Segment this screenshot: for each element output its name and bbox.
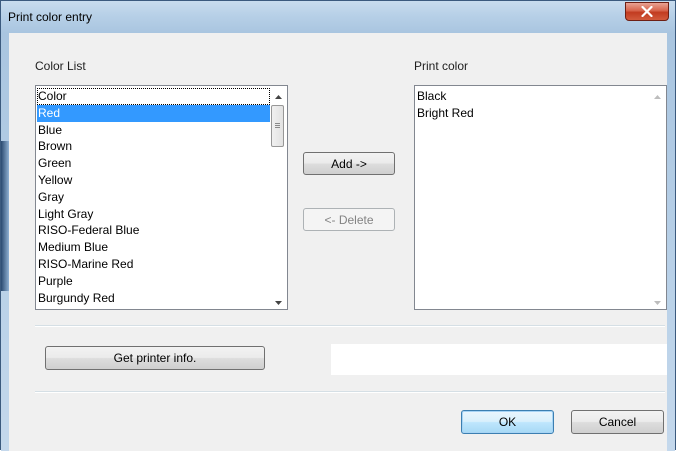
- list-item[interactable]: Medium Blue: [37, 239, 270, 256]
- list-item[interactable]: Light Gray: [37, 206, 270, 223]
- list-item[interactable]: Color: [37, 88, 270, 105]
- list-item[interactable]: Gray: [37, 189, 270, 206]
- list-item[interactable]: Burgundy Red: [37, 290, 270, 307]
- list-item[interactable]: Brown: [37, 138, 270, 155]
- chevron-up-icon: [654, 88, 661, 102]
- print-color-entry-dialog: Print color entry Color List Color Red Blu…: [0, 0, 676, 451]
- color-list-label: Color List: [35, 59, 86, 73]
- list-item[interactable]: RISO-Marine Red: [37, 256, 270, 273]
- color-list-scrollbar[interactable]: [270, 86, 287, 309]
- window-frame-shadow: [1, 141, 9, 291]
- separator-bottom: [35, 391, 665, 393]
- add-button[interactable]: Add ->: [303, 152, 395, 175]
- cancel-button[interactable]: Cancel: [571, 410, 664, 434]
- color-list[interactable]: Color Red Blue Brown Green Yellow Gray Light Gr…: [35, 85, 288, 310]
- list-item[interactable]: Purple: [37, 273, 270, 290]
- get-printer-info-button[interactable]: Get printer info.: [45, 346, 265, 370]
- list-item[interactable]: Green: [37, 155, 270, 172]
- separator-top: [35, 325, 665, 327]
- list-item[interactable]: Bright Red: [416, 105, 649, 122]
- list-item[interactable]: Red: [37, 104, 270, 122]
- close-icon: [641, 6, 653, 17]
- print-color-scrollbar[interactable]: [649, 86, 666, 309]
- chevron-down-icon: [654, 294, 661, 308]
- list-item[interactable]: Black: [416, 88, 649, 105]
- window-title: Print color entry: [8, 10, 93, 24]
- dialog-body: Color List Color Red Blue Brown Green Yellow G…: [9, 33, 667, 451]
- ok-button[interactable]: OK: [461, 410, 554, 434]
- scroll-up-button[interactable]: [649, 86, 666, 103]
- print-color-label: Print color: [414, 59, 469, 73]
- color-list-items: Color Red Blue Brown Green Yellow Gray Light Gr…: [37, 88, 270, 306]
- scroll-down-button[interactable]: [649, 292, 666, 309]
- scroll-down-button[interactable]: [270, 292, 287, 309]
- print-color-list[interactable]: Black Bright Red: [414, 85, 667, 310]
- printer-info-status: [331, 344, 667, 375]
- window-frame-right: [667, 33, 675, 451]
- scrollbar-thumb[interactable]: [271, 105, 284, 147]
- print-color-items: Black Bright Red: [416, 88, 649, 122]
- delete-button[interactable]: <- Delete: [303, 208, 395, 231]
- chevron-down-icon: [275, 294, 282, 308]
- close-button[interactable]: [625, 2, 669, 21]
- grip-icon: [275, 123, 280, 128]
- list-item[interactable]: RISO-Federal Blue: [37, 222, 270, 239]
- chevron-up-icon: [275, 88, 282, 102]
- scroll-up-button[interactable]: [270, 86, 287, 103]
- list-item[interactable]: Blue: [37, 122, 270, 139]
- title-bar[interactable]: Print color entry: [1, 1, 675, 33]
- list-item[interactable]: Yellow: [37, 172, 270, 189]
